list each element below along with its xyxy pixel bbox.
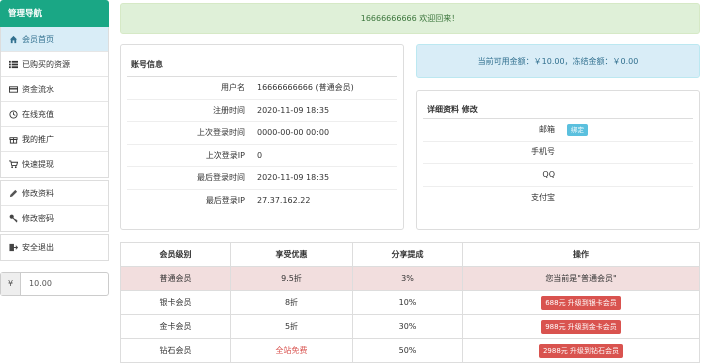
member-share: 3%	[352, 266, 463, 291]
details-panel: 详细资料 修改 邮箱 绑定 手机号 QQ 支付宝	[416, 90, 700, 230]
bind-email-badge[interactable]: 绑定	[567, 123, 588, 136]
table-row: 金卡会员 5折 30% 988元 升级到金卡会员	[120, 314, 700, 339]
nav-group-logout: 安全退出	[0, 234, 109, 261]
info-value: 16666666666 (普通会员)	[257, 83, 354, 92]
pencil-icon	[9, 189, 18, 198]
info-label: 最后登录时间	[197, 173, 245, 182]
sidebar-item-label: 我的推广	[22, 134, 54, 144]
sidebar-item-label: 在线充值	[22, 109, 54, 119]
info-row: 上次登录IP 0	[127, 145, 397, 167]
info-row: 上次登录时间 0000-00-00 00:00	[127, 122, 397, 145]
column-header: 分享提成	[352, 242, 463, 267]
detail-label: 支付宝	[531, 192, 555, 202]
detail-row: 邮箱 绑定	[423, 119, 693, 142]
currency-symbol: ¥	[1, 273, 21, 295]
sidebar-item-label: 已购买的资源	[22, 59, 70, 69]
balance-display: ¥ 10.00	[0, 272, 109, 296]
home-icon	[9, 35, 18, 44]
sidebar-item-label: 快速提现	[22, 160, 54, 169]
sidebar-item-logout[interactable]: 安全退出	[1, 235, 108, 260]
info-value: 0000-00-00 00:00	[257, 128, 330, 137]
upgrade-gold-button[interactable]: 988元 升级到金卡会员	[541, 319, 621, 334]
sidebar: 管理导航 会员首页 已购买的资源 资金流水 在线充值 我的推广 快速提现 修改资…	[0, 0, 109, 261]
info-value: 2020-11-09 18:35	[257, 173, 330, 182]
membership-table: 会员级别 享受优惠 分享提成 操作 普通会员 9.5折 3% 您当前是"普通会员…	[120, 242, 700, 363]
table-header-row: 会员级别 享受优惠 分享提成 操作	[120, 242, 700, 267]
sidebar-item-purchased[interactable]: 已购买的资源	[1, 52, 108, 77]
table-row: 银卡会员 8折 10% 688元 升级到银卡会员	[120, 290, 700, 315]
detail-row: 手机号	[423, 142, 693, 164]
member-share: 50%	[352, 338, 463, 363]
member-share: 10%	[352, 290, 463, 315]
detail-row: QQ	[423, 164, 693, 187]
info-label: 最后登录IP	[205, 195, 245, 205]
sidebar-item-funds-flow[interactable]: 资金流水	[1, 77, 108, 102]
account-info-panel: 账号信息 用户名 16666666666 (普通会员) 注册时间 2020-11…	[120, 44, 404, 230]
sidebar-item-withdraw[interactable]: 快速提现	[1, 152, 108, 177]
detail-label: QQ	[542, 169, 555, 179]
member-discount: 全站免费	[230, 338, 353, 363]
clock-icon	[9, 109, 18, 119]
upgrade-silver-button[interactable]: 688元 升级到银卡会员	[541, 295, 621, 310]
sidebar-item-change-password[interactable]: 修改密码	[1, 206, 108, 231]
member-level: 银卡会员	[120, 290, 231, 315]
sidebar-item-member-home[interactable]: 会员首页	[1, 27, 108, 52]
logout-icon	[9, 243, 18, 252]
table-row: 钻石会员 全站免费 50% 2988元 升级到钻石会员	[120, 338, 700, 363]
detail-label: 邮箱	[539, 124, 555, 134]
column-header: 享受优惠	[230, 242, 353, 267]
info-row: 最后登录时间 2020-11-09 18:35	[127, 167, 397, 190]
info-label: 上次登录时间	[197, 128, 245, 137]
nav-group-main: 会员首页 已购买的资源 资金流水 在线充值 我的推广 快速提现	[0, 27, 109, 178]
sidebar-item-label: 会员首页	[22, 34, 54, 44]
info-label: 上次登录IP	[205, 150, 245, 160]
sidebar-item-edit-profile[interactable]: 修改资料	[1, 181, 108, 206]
sidebar-item-label: 安全退出	[22, 243, 54, 252]
info-label: 注册时间	[213, 105, 245, 115]
nav-header: 管理导航	[0, 0, 109, 27]
info-row: 最后登录IP 27.37.162.22	[127, 190, 397, 213]
member-discount: 5折	[230, 314, 353, 339]
gift-icon	[9, 135, 18, 144]
account-info-title: 账号信息	[127, 45, 397, 77]
detail-label: 手机号	[531, 147, 555, 156]
upgrade-diamond-button[interactable]: 2988元 升级到钻石会员	[538, 343, 624, 358]
cart-icon	[9, 160, 18, 169]
list-icon	[9, 60, 18, 69]
sidebar-item-label: 资金流水	[22, 84, 54, 94]
sidebar-item-recharge[interactable]: 在线充值	[1, 102, 108, 127]
sidebar-item-label: 修改资料	[22, 188, 54, 198]
info-row: 用户名 16666666666 (普通会员)	[127, 77, 397, 100]
member-discount: 9.5折	[230, 266, 353, 291]
info-row: 注册时间 2020-11-09 18:35	[127, 100, 397, 122]
info-value: 27.37.162.22	[257, 195, 311, 205]
details-title[interactable]: 详细资料 修改	[423, 91, 693, 119]
sidebar-item-label: 修改密码	[22, 214, 54, 223]
column-header: 会员级别	[120, 242, 231, 267]
nav-group-profile: 修改资料 修改密码	[0, 180, 109, 232]
card-icon	[9, 85, 18, 94]
current-level-note: 您当前是"普通会员"	[462, 266, 700, 291]
table-row: 普通会员 9.5折 3% 您当前是"普通会员"	[120, 266, 700, 291]
key-icon	[9, 214, 18, 223]
balance-value: 10.00	[29, 279, 52, 288]
member-level: 钻石会员	[120, 338, 231, 363]
detail-row: 支付宝	[423, 187, 693, 210]
info-value: 2020-11-09 18:35	[257, 105, 330, 115]
member-level: 普通会员	[120, 266, 231, 291]
member-level: 金卡会员	[120, 314, 231, 339]
sidebar-item-promotion[interactable]: 我的推广	[1, 127, 108, 152]
member-share: 30%	[352, 314, 463, 339]
welcome-banner: 16666666666 欢迎回来！	[120, 3, 700, 34]
funds-info: 当前可用金额：￥10.00，冻结金额：￥0.00	[416, 44, 700, 78]
column-header: 操作	[462, 242, 700, 267]
info-label: 用户名	[221, 83, 245, 92]
member-discount: 8折	[230, 290, 353, 315]
info-value: 0	[257, 150, 263, 160]
